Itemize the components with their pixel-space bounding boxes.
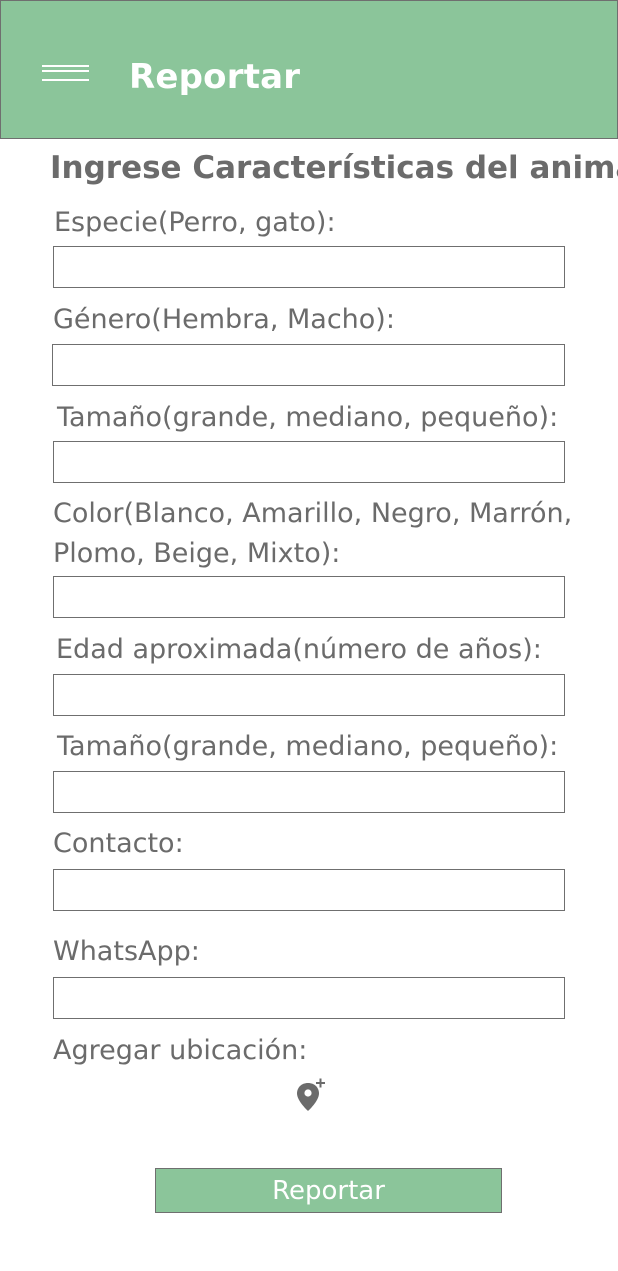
whatsapp-label: WhatsApp: xyxy=(53,936,200,967)
contacto-label: Contacto: xyxy=(53,828,184,859)
edad-input[interactable] xyxy=(53,674,565,716)
genero-label: Género(Hembra, Macho): xyxy=(53,304,395,335)
genero-input[interactable] xyxy=(52,344,565,386)
add-location-pin-icon[interactable] xyxy=(294,1077,328,1113)
tamano-label: Tamaño(grande, mediano, pequeño): xyxy=(57,402,559,433)
whatsapp-input[interactable] xyxy=(53,977,565,1019)
app-bar: Reportar xyxy=(0,0,618,139)
tamano-input[interactable] xyxy=(53,441,565,483)
contacto-input[interactable] xyxy=(53,869,565,911)
edad-label: Edad aproximada(número de años): xyxy=(56,634,542,665)
tamano-input-2[interactable] xyxy=(53,771,565,813)
location-label: Agregar ubicación: xyxy=(53,1035,308,1066)
color-input[interactable] xyxy=(53,576,565,618)
especie-label: Especie(Perro, gato): xyxy=(54,207,336,238)
tamano-label-2: Tamaño(grande, mediano, pequeño): xyxy=(57,731,559,762)
form-heading: Ingrese Características del animal xyxy=(50,150,618,186)
especie-input[interactable] xyxy=(53,246,565,288)
app-bar-title: Reportar xyxy=(129,57,301,97)
hamburger-menu-icon[interactable] xyxy=(42,65,89,85)
report-button[interactable]: Reportar xyxy=(155,1168,502,1213)
color-label: Color(Blanco, Amarillo, Negro, Marrón, P… xyxy=(53,498,573,569)
